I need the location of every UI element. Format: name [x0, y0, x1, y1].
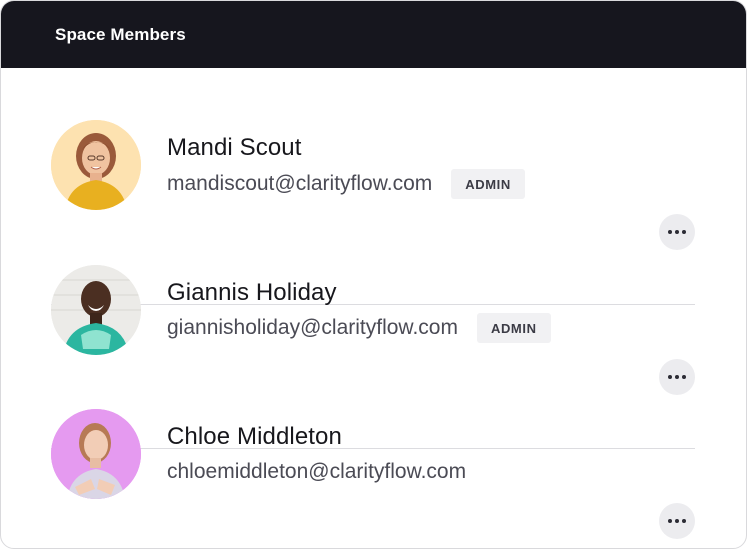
- member-name: Giannis Holiday: [167, 279, 337, 306]
- member-row: Chloe Middleton chloemiddleton@clarityfl…: [51, 356, 695, 539]
- member-email-line: mandiscout@clarityflow.com ADMIN: [167, 169, 525, 199]
- dot: [668, 519, 672, 523]
- dot: [682, 519, 686, 523]
- member-row: Mandi Scout mandiscout@clarityflow.com A…: [51, 68, 695, 250]
- member-name: Chloe Middleton: [167, 423, 342, 450]
- avatar-image: [51, 265, 141, 355]
- member-email: mandiscout@clarityflow.com: [167, 172, 433, 195]
- role-badge: ADMIN: [476, 313, 551, 343]
- member-email-line: giannisholiday@clarityflow.com ADMIN: [167, 313, 551, 343]
- panel-title: Space Members: [55, 24, 186, 44]
- dot: [675, 519, 679, 523]
- role-badge: ADMIN: [451, 169, 525, 199]
- member-row: Giannis Holiday giannisholiday@clarityfl…: [51, 212, 695, 395]
- more-options-button[interactable]: [659, 503, 695, 539]
- space-members-panel: Space Members Mandi Scout mandiscout@cla…: [0, 0, 747, 549]
- member-email-line: chloemiddleton@clarityflow.com: [167, 457, 466, 487]
- avatar: [51, 265, 141, 355]
- panel-header: Space Members: [1, 1, 746, 68]
- avatar: [51, 409, 141, 499]
- avatar-image: [51, 409, 141, 499]
- member-name: Mandi Scout: [167, 134, 302, 161]
- avatar: [51, 120, 141, 210]
- member-email: giannisholiday@clarityflow.com: [167, 316, 458, 339]
- avatar-image: [51, 120, 141, 210]
- member-email: chloemiddleton@clarityflow.com: [167, 460, 467, 483]
